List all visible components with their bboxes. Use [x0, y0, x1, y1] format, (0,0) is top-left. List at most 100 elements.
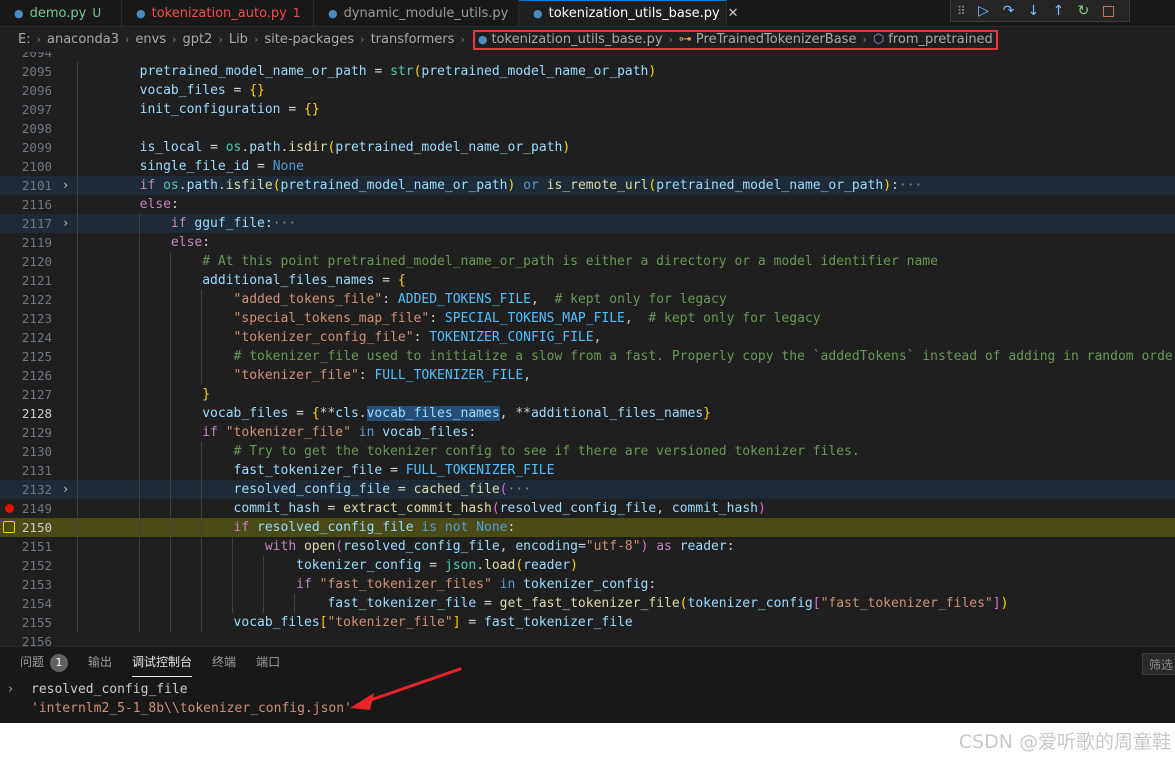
line-number: 2094	[21, 52, 52, 60]
code-line: 2119 else:	[21, 233, 211, 252]
code-line: 2129 if "tokenizer_file" in vocab_files:	[21, 423, 477, 442]
tab-label: 输出	[88, 655, 113, 669]
breadcrumb-item[interactable]: transformers	[371, 32, 455, 47]
line-number: 2153	[21, 577, 52, 592]
code-line: 2094	[0, 52, 1175, 62]
problems-count-badge: 1	[50, 654, 69, 672]
filter-input[interactable]: 筛选	[1142, 653, 1175, 675]
chevron-right-icon: ›	[172, 33, 177, 46]
panel-tabs: 问题 1 输出 调试控制台 终端 端口	[0, 647, 280, 677]
breadcrumb-class[interactable]: PreTrainedTokenizerBase	[696, 32, 857, 47]
code-line: 2096 vocab_files = {}	[21, 81, 265, 100]
breadcrumb-method[interactable]: from_pretrained	[888, 32, 993, 47]
code-line: 2154 fast_tokenizer_file = get_fast_toke…	[21, 594, 1009, 613]
repl-input[interactable]: resolved_config_file	[31, 680, 188, 699]
python-icon: ●	[328, 6, 338, 20]
tab-label: dynamic_module_utils.py	[343, 5, 509, 21]
fold-chevron-icon[interactable]: ›	[62, 214, 72, 233]
restart-icon[interactable]: ↻	[1071, 3, 1096, 19]
step-out-icon[interactable]: ↑	[1046, 3, 1071, 19]
tab-tokenization-auto[interactable]: ● tokenization_auto.py 1	[122, 0, 314, 26]
vscode-window: ● demo.py U ● tokenization_auto.py 1 ● d…	[0, 0, 1175, 723]
fold-chevron-icon[interactable]: ›	[62, 480, 72, 499]
breadcrumb: E: › anaconda3 › envs › gpt2 › Lib › site-pac…	[0, 27, 1175, 52]
line-number: 2127	[21, 387, 52, 402]
tab-label: 终端	[212, 655, 237, 669]
repl-output-line: 'internlm2_5-1_8b\\tokenizer_config.json…	[0, 699, 1175, 718]
tab-dynamic-module-utils[interactable]: ● dynamic_module_utils.py	[314, 0, 519, 26]
line-number: 2101	[21, 178, 52, 193]
line-number: 2123	[21, 311, 52, 326]
line-number: 2149	[21, 501, 52, 516]
repl-input-line: › resolved_config_file	[0, 680, 1175, 699]
code-line: 2100 single_file_id = None	[21, 157, 304, 176]
line-number: 2124	[21, 330, 52, 345]
tab-tokenization-utils-base[interactable]: ● tokenization_utils_base.py ✕	[519, 0, 739, 26]
code-line: 2155 vocab_files["tokenizer_file"] = fas…	[21, 613, 633, 632]
breadcrumb-item[interactable]: E:	[18, 32, 31, 47]
code-line: 2125 # tokenizer_file used to initialize…	[21, 347, 1175, 366]
line-number: 2155	[21, 615, 52, 630]
drag-grip-icon[interactable]: ⠿	[957, 4, 971, 18]
breadcrumb-item[interactable]: anaconda3	[47, 32, 119, 47]
code-line: 2120 # At this point pretrained_model_na…	[21, 252, 938, 271]
code-line: 2130 # Try to get the tokenizer config t…	[21, 442, 860, 461]
step-over-icon[interactable]: ↷	[996, 3, 1021, 19]
tab-terminal[interactable]: 终端	[212, 647, 236, 677]
line-number: 2132	[21, 482, 52, 497]
fold-chevron-icon[interactable]: ›	[62, 176, 72, 195]
python-icon: ●	[533, 7, 543, 20]
step-into-icon[interactable]: ↓	[1021, 3, 1046, 19]
code-line-breakpoint: 2149 commit_hash = extract_commit_hash(r…	[0, 499, 1175, 518]
breadcrumb-file[interactable]: tokenization_utils_base.py	[491, 32, 662, 47]
chevron-right-icon: ›	[36, 33, 41, 46]
code-line: 2099 is_local = os.path.isdir(pretrained…	[21, 138, 571, 157]
line-number: 2117	[21, 216, 52, 231]
tab-label: demo.py	[29, 5, 87, 21]
line-number: 2129	[21, 425, 52, 440]
stop-icon[interactable]: □	[1096, 3, 1121, 19]
python-icon: ●	[477, 33, 488, 46]
code-line-folded: 2101 › if os.path.isfile(pretrained_mode…	[0, 176, 1175, 195]
breadcrumb-item[interactable]: site-packages	[264, 32, 354, 47]
tab-output[interactable]: 输出	[88, 647, 112, 677]
chevron-right-icon: ›	[668, 33, 673, 46]
line-number: 2122	[21, 292, 52, 307]
tab-demo[interactable]: ● demo.py U	[0, 0, 122, 26]
tab-ports[interactable]: 端口	[256, 647, 280, 677]
method-icon: ⬡	[872, 32, 885, 47]
code-line: 2095 pretrained_model_name_or_path = str…	[21, 62, 657, 81]
debug-panel: 问题 1 输出 调试控制台 终端 端口 筛选 › resolved_config_…	[0, 646, 1175, 723]
line-number: 2150	[21, 520, 52, 535]
line-number: 2125	[21, 349, 52, 364]
tab-debug-console[interactable]: 调试控制台	[132, 647, 193, 677]
breadcrumb-highlight-box: ● tokenization_utils_base.py › ⊶ PreTrai…	[472, 29, 998, 50]
tab-label: 问题	[20, 655, 45, 669]
code-line: 2098	[0, 119, 1175, 138]
line-number: 2128	[21, 406, 52, 421]
code-line: 2122 "added_tokens_file": ADDED_TOKENS_F…	[21, 290, 727, 309]
code-line: 2097 init_configuration = {}	[21, 100, 320, 119]
python-icon: ●	[136, 6, 146, 20]
code-editor[interactable]: 2094 2095 pretrained_model_name_or_path …	[0, 52, 1175, 646]
annotation-arrow	[350, 667, 462, 710]
breadcrumb-item[interactable]: gpt2	[183, 32, 213, 47]
tab-label: 调试控制台	[132, 655, 193, 669]
continue-icon[interactable]: ▷	[971, 3, 996, 19]
code-line-current: 2150 if resolved_config_file is not None…	[0, 518, 1175, 537]
code-line: 2123 "special_tokens_map_file": SPECIAL_…	[21, 309, 821, 328]
tab-label: 端口	[256, 655, 281, 669]
line-number: 2099	[21, 140, 52, 155]
breakpoint-icon[interactable]	[5, 504, 14, 513]
breadcrumb-item[interactable]: Lib	[229, 32, 248, 47]
repl-output: 'internlm2_5-1_8b\\tokenizer_config.json…	[31, 701, 352, 716]
line-number: 2156	[21, 634, 52, 646]
chevron-right-icon: ›	[862, 33, 867, 46]
code-line: 2126 "tokenizer_file": FULL_TOKENIZER_FI…	[21, 366, 531, 385]
breadcrumb-item[interactable]: envs	[135, 32, 166, 47]
close-icon[interactable]: ✕	[728, 6, 739, 21]
chevron-right-icon: ›	[360, 33, 365, 46]
code-line: 2151 with open(resolved_config_file, enc…	[21, 537, 735, 556]
chevron-right-icon: ›	[218, 33, 223, 46]
tab-problems[interactable]: 问题 1	[20, 647, 69, 677]
